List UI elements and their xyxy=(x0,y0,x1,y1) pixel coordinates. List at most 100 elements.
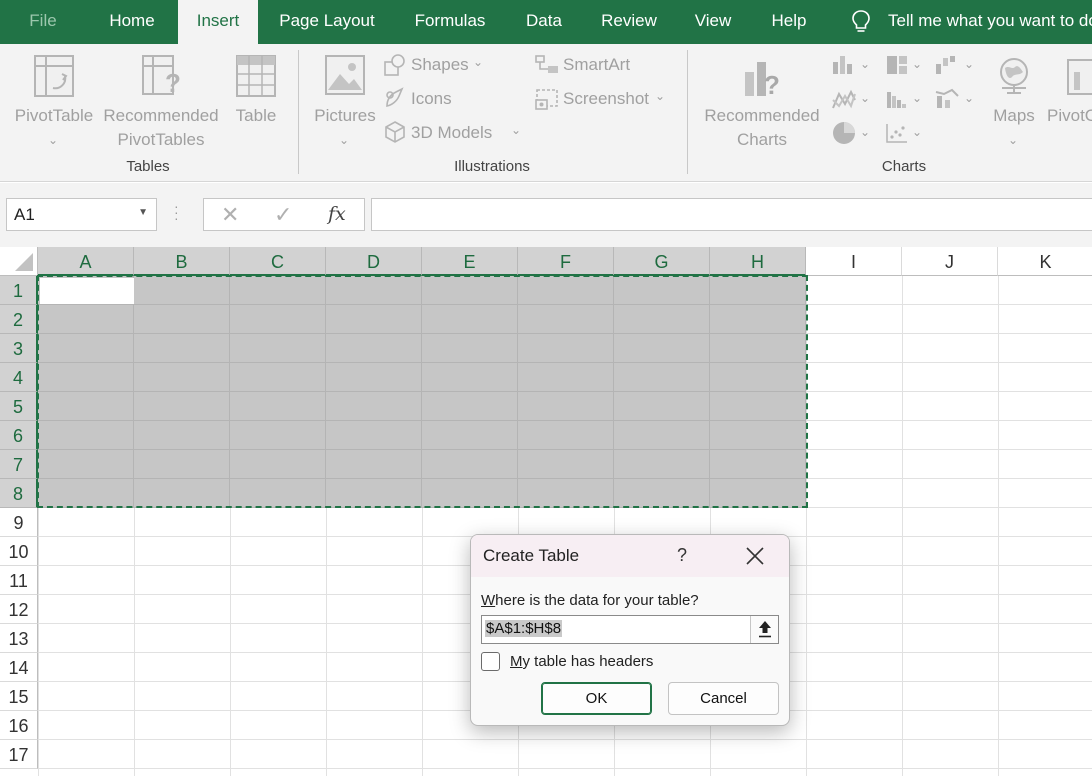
formula-input[interactable] xyxy=(371,198,1092,231)
row-header[interactable]: 6 xyxy=(0,421,38,450)
headers-checkbox[interactable] xyxy=(481,652,500,671)
pie-chart-icon xyxy=(833,122,855,144)
column-header[interactable]: I xyxy=(806,247,902,276)
help-button[interactable]: ? xyxy=(677,545,687,566)
tab-review[interactable]: Review xyxy=(592,0,666,44)
recommended-pivottables-icon: ? xyxy=(142,55,181,98)
cube-icon xyxy=(385,121,405,143)
cancel-button[interactable]: Cancel xyxy=(668,682,779,715)
chevron-down-icon: ⌄ xyxy=(655,89,666,103)
row-header[interactable]: 12 xyxy=(0,595,38,624)
column-header[interactable]: D xyxy=(326,247,422,276)
ok-button[interactable]: OK xyxy=(541,682,652,715)
column-header[interactable]: J xyxy=(902,247,998,276)
row-header[interactable]: 1 xyxy=(0,276,38,305)
screenshot-icon xyxy=(535,89,558,110)
row-header[interactable]: 16 xyxy=(0,711,38,740)
range-input[interactable]: $A$1:$H$8 xyxy=(481,615,779,644)
column-header[interactable]: A xyxy=(38,247,134,276)
chevron-down-icon: ⌄ xyxy=(912,57,923,71)
chevron-down-icon[interactable]: ▼ xyxy=(138,207,148,218)
smartart-icon xyxy=(535,55,558,73)
row-header[interactable]: 2 xyxy=(0,305,38,334)
row-header[interactable]: 17 xyxy=(0,740,38,769)
row-header[interactable]: 7 xyxy=(0,450,38,479)
row-header[interactable]: 3 xyxy=(0,334,38,363)
chevron-down-icon: ⌄ xyxy=(912,125,923,139)
tell-me-search[interactable]: Tell me what you want to do xyxy=(846,0,1092,44)
headers-checkbox-label[interactable]: My table has headers xyxy=(510,653,653,670)
arrow-up-icon xyxy=(759,621,771,638)
resize-handle-icon[interactable]: · · · xyxy=(174,199,179,225)
maps-label: Maps xyxy=(993,106,1035,125)
tab-page-layout[interactable]: Page Layout xyxy=(268,0,386,44)
tab-view[interactable]: View xyxy=(684,0,742,44)
tab-file[interactable]: File xyxy=(18,0,68,44)
chevron-down-icon: ⌄ xyxy=(473,55,484,69)
column-header-bar: ABCDEFGHIJK xyxy=(0,247,1092,276)
row-header[interactable]: 5 xyxy=(0,392,38,421)
formula-bar: A1 ▼ · · · ✕ ✓ fx xyxy=(0,183,1092,247)
recommended-pivottables-label-line1: Recommended xyxy=(103,106,219,125)
globe-icon xyxy=(1000,58,1028,94)
insert-function-button[interactable]: fx xyxy=(328,203,346,225)
row-header[interactable]: 14 xyxy=(0,653,38,682)
tab-data[interactable]: Data xyxy=(516,0,572,44)
formula-buttons: ✕ ✓ fx xyxy=(203,198,365,231)
row-header[interactable]: 13 xyxy=(0,624,38,653)
range-prompt-label: Where is the data for your table? xyxy=(481,592,699,609)
collapse-dialog-button[interactable] xyxy=(750,616,778,643)
row-header[interactable]: 4 xyxy=(0,363,38,392)
tab-formulas[interactable]: Formulas xyxy=(404,0,496,44)
chevron-down-icon: ⌄ xyxy=(912,91,923,105)
tell-me-label: Tell me what you want to do xyxy=(888,11,1092,30)
enter-entry-icon[interactable]: ✓ xyxy=(274,202,292,228)
column-header[interactable]: K xyxy=(998,247,1092,276)
row-header-bar: 1 2 3 4 5 6 7 8 9 10 11 12 13 14 15 16 17 xyxy=(0,276,38,776)
chevron-down-icon: ⌄ xyxy=(860,57,871,71)
column-header[interactable]: B xyxy=(134,247,230,276)
screenshot-label: Screenshot xyxy=(563,89,649,108)
line-chart-icon xyxy=(832,89,856,109)
recommended-charts-label-line2: Charts xyxy=(736,130,788,149)
column-header[interactable]: F xyxy=(518,247,614,276)
tables-group-label: Tables xyxy=(126,158,170,175)
recommended-charts-icon: ? xyxy=(745,62,780,100)
range-input-value: $A$1:$H$8 xyxy=(485,620,563,637)
cancel-entry-icon[interactable]: ✕ xyxy=(221,202,239,228)
recommended-pivottables-label-line2: PivotTables xyxy=(117,130,205,149)
shapes-icon xyxy=(384,54,405,76)
column-header[interactable]: G xyxy=(614,247,710,276)
range-marquee xyxy=(37,275,808,508)
column-header[interactable]: E xyxy=(422,247,518,276)
scatter-chart-icon xyxy=(886,124,907,143)
create-table-dialog: Create Table ? Where is the data for you… xyxy=(470,534,790,726)
pivotchart-icon xyxy=(1067,59,1092,95)
column-header[interactable]: C xyxy=(230,247,326,276)
tab-help[interactable]: Help xyxy=(762,0,816,44)
pictures-label: Pictures xyxy=(314,106,376,125)
row-header[interactable]: 8 xyxy=(0,479,38,508)
svg-text:?: ? xyxy=(165,68,181,98)
chevron-down-icon: ⌄ xyxy=(48,133,59,147)
name-box[interactable]: A1 ▼ xyxy=(6,198,157,231)
row-header[interactable]: 15 xyxy=(0,682,38,711)
tab-insert[interactable]: Insert xyxy=(178,0,258,44)
dialog-titlebar[interactable]: Create Table ? xyxy=(471,535,789,577)
access-key: M xyxy=(510,653,523,670)
treemap-icon xyxy=(887,56,907,74)
row-header[interactable]: 11 xyxy=(0,566,38,595)
column-chart-icon xyxy=(833,56,852,74)
charts-group-label: Charts xyxy=(881,158,927,175)
column-header[interactable]: H xyxy=(710,247,806,276)
illustrations-group-label: Illustrations xyxy=(454,158,530,175)
chevron-down-icon: ⌄ xyxy=(339,133,350,147)
row-header[interactable]: 9 xyxy=(0,508,38,537)
tab-home[interactable]: Home xyxy=(102,0,162,44)
chevron-down-icon: ⌄ xyxy=(860,125,871,139)
chevron-down-icon: ⌄ xyxy=(964,91,975,105)
close-icon[interactable] xyxy=(745,546,765,566)
range-prompt-text: here is the data for your table? xyxy=(495,592,699,609)
row-header[interactable]: 10 xyxy=(0,537,38,566)
select-all-button[interactable] xyxy=(0,247,38,276)
